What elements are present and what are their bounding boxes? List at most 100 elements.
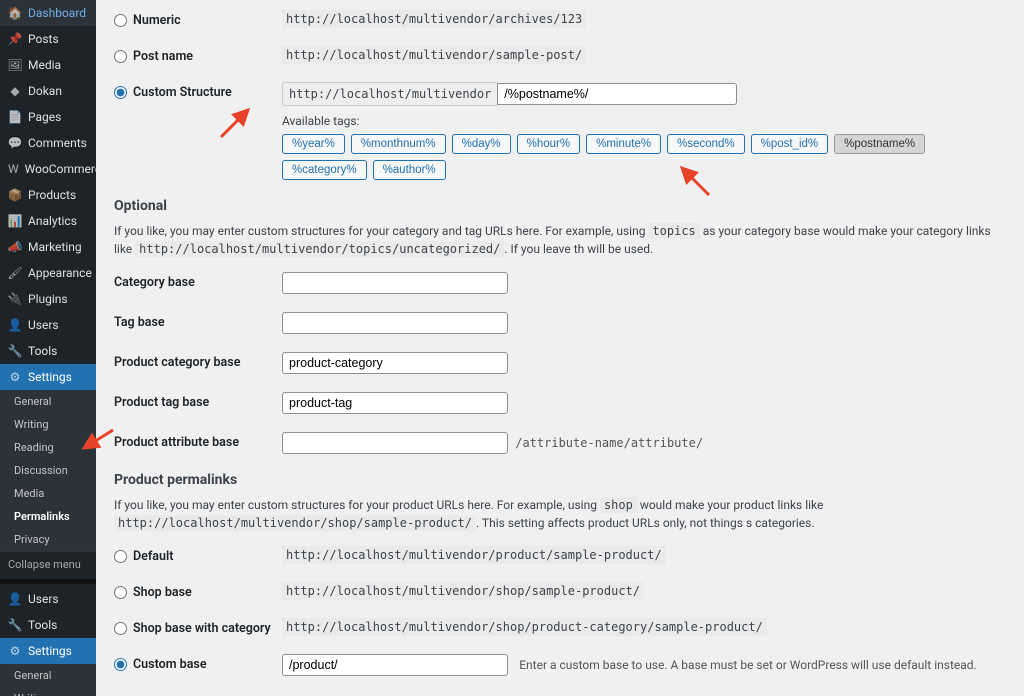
- product-attribute-base-input[interactable]: [282, 432, 508, 454]
- menu-icon: 🔧: [8, 344, 22, 358]
- sidebar-item-dokan[interactable]: ◆Dokan: [0, 78, 96, 104]
- radio-custom-base[interactable]: [114, 658, 127, 671]
- numeric-label: Numeric: [133, 13, 181, 28]
- radio-postname[interactable]: [114, 50, 127, 63]
- radio-default[interactable]: [114, 550, 127, 563]
- menu-icon: ⚙: [8, 370, 22, 384]
- sidebar-item-users[interactable]: 👤Users: [0, 586, 96, 612]
- radio-shop-base[interactable]: [114, 586, 127, 599]
- sidebar-item-products[interactable]: 📦Products: [0, 182, 96, 208]
- submenu-item-reading[interactable]: Reading: [0, 436, 96, 459]
- sidebar-item-marketing[interactable]: 📣Marketing: [0, 234, 96, 260]
- menu-icon: 👤: [8, 592, 22, 606]
- permalink-tag-author[interactable]: %author%: [373, 160, 446, 180]
- menu-icon: 🔌: [8, 292, 22, 306]
- submenu-item-general[interactable]: General: [0, 664, 96, 687]
- product-tag-base-input[interactable]: [282, 392, 508, 414]
- submenu-item-permalinks[interactable]: Permalinks: [0, 505, 96, 528]
- radio-shop-base-category[interactable]: [114, 622, 127, 635]
- optional-description: If you like, you may enter custom struct…: [114, 222, 1006, 258]
- permalink-tag-second[interactable]: %second%: [667, 134, 745, 154]
- product-permalink-default-option[interactable]: Default: [114, 546, 282, 564]
- menu-icon: 📊: [8, 214, 22, 228]
- shop-example: http://localhost/multivendor/shop/sample…: [282, 582, 644, 600]
- sidebar-item-tools[interactable]: 🔧Tools: [0, 612, 96, 638]
- custom-structure-label: Custom Structure: [133, 85, 232, 100]
- default-example: http://localhost/multivendor/product/sam…: [282, 546, 666, 564]
- product-permalink-shop-option[interactable]: Shop base: [114, 582, 282, 600]
- submenu-item-writing[interactable]: Writing: [0, 413, 96, 436]
- submenu-item-writing[interactable]: Writing: [0, 687, 96, 696]
- radio-numeric[interactable]: [114, 14, 127, 27]
- product-permalink-shop-cat-option[interactable]: Shop base with category: [114, 618, 282, 636]
- sidebar-item-media[interactable]: 🖼Media: [0, 52, 96, 78]
- sidebar-item-appearance[interactable]: 🖌Appearance: [0, 260, 96, 286]
- collapse-menu[interactable]: Collapse menu: [0, 551, 96, 577]
- menu-icon: ⚙: [8, 644, 22, 658]
- menu-icon: 🖼: [8, 58, 22, 72]
- product-permalinks-heading: Product permalinks: [114, 472, 1006, 488]
- menu-icon: 📄: [8, 110, 22, 124]
- permalink-tag-category[interactable]: %category%: [282, 160, 367, 180]
- menu-icon: 🖌: [8, 266, 22, 280]
- custom-structure-input[interactable]: [497, 83, 737, 105]
- product-permalinks-description: If you like, you may enter custom struct…: [114, 496, 1006, 532]
- tag-base-input[interactable]: [282, 312, 508, 334]
- submenu-item-privacy[interactable]: Privacy: [0, 528, 96, 551]
- permalink-tag-monthnum[interactable]: %monthnum%: [351, 134, 446, 154]
- custom-base-hint: Enter a custom base to use. A base must …: [519, 658, 976, 672]
- sidebar-item-plugins[interactable]: 🔌Plugins: [0, 286, 96, 312]
- sidebar-item-posts[interactable]: 📌Posts: [0, 26, 96, 52]
- available-tags-label: Available tags:: [282, 114, 1006, 128]
- menu-icon: 💬: [8, 136, 22, 150]
- permalink-numeric-option[interactable]: Numeric: [114, 10, 282, 28]
- sidebar-item-settings[interactable]: ⚙Settings: [0, 638, 96, 664]
- permalink-tag-post_id[interactable]: %post_id%: [751, 134, 829, 154]
- radio-custom-structure[interactable]: [114, 86, 127, 99]
- tag-base-label: Tag base: [114, 312, 282, 330]
- custom-prefix: http://localhost/multivendor: [282, 82, 497, 106]
- sidebar-item-pages[interactable]: 📄Pages: [0, 104, 96, 130]
- submenu-item-general[interactable]: General: [0, 390, 96, 413]
- numeric-example: http://localhost/multivendor/archives/12…: [282, 10, 586, 28]
- menu-icon: 📌: [8, 32, 22, 46]
- sidebar-item-users[interactable]: 👤Users: [0, 312, 96, 338]
- sidebar-item-analytics[interactable]: 📊Analytics: [0, 208, 96, 234]
- permalink-tag-day[interactable]: %day%: [452, 134, 511, 154]
- category-base-input[interactable]: [282, 272, 508, 294]
- menu-icon: W: [8, 162, 19, 176]
- admin-sidebar: 🏠Dashboard📌Posts🖼Media◆Dokan📄Pages💬Comme…: [0, 0, 96, 696]
- permalink-tag-minute[interactable]: %minute%: [586, 134, 661, 154]
- category-base-label: Category base: [114, 272, 282, 290]
- sidebar-item-dashboard[interactable]: 🏠Dashboard: [0, 0, 96, 26]
- product-attribute-base-label: Product attribute base: [114, 432, 282, 450]
- settings-submenu: GeneralWritingReadingDiscussionMediaPerm…: [0, 664, 96, 696]
- permalink-custom-option[interactable]: Custom Structure: [114, 82, 282, 100]
- settings-submenu: GeneralWritingReadingDiscussionMediaPerm…: [0, 390, 96, 551]
- postname-label: Post name: [133, 49, 193, 64]
- menu-icon: 🔧: [8, 618, 22, 632]
- postname-example: http://localhost/multivendor/sample-post…: [282, 46, 586, 64]
- permalink-tag-year[interactable]: %year%: [282, 134, 345, 154]
- custom-base-input[interactable]: [282, 654, 508, 676]
- product-category-base-label: Product category base: [114, 352, 282, 370]
- menu-icon: 🏠: [8, 6, 22, 20]
- sidebar-item-comments[interactable]: 💬Comments: [0, 130, 96, 156]
- attribute-suffix: /attribute-name/attribute/: [515, 436, 703, 450]
- product-permalink-custom-option[interactable]: Custom base: [114, 654, 282, 672]
- menu-icon: 📦: [8, 188, 22, 202]
- permalink-postname-option[interactable]: Post name: [114, 46, 282, 64]
- optional-heading: Optional: [114, 198, 1006, 214]
- menu-icon: 📣: [8, 240, 22, 254]
- product-tag-base-label: Product tag base: [114, 392, 282, 410]
- sidebar-item-woocommerce[interactable]: WWooCommerce: [0, 156, 96, 182]
- sidebar-item-tools[interactable]: 🔧Tools: [0, 338, 96, 364]
- sidebar-item-settings[interactable]: ⚙Settings: [0, 364, 96, 390]
- permalink-tags: %year% %monthnum% %day% %hour% %minute% %seco…: [282, 134, 1006, 180]
- submenu-item-discussion[interactable]: Discussion: [0, 459, 96, 482]
- permalink-tag-hour[interactable]: %hour%: [517, 134, 580, 154]
- submenu-item-media[interactable]: Media: [0, 482, 96, 505]
- permalink-tag-postname[interactable]: %postname%: [834, 134, 925, 154]
- menu-icon: ◆: [8, 84, 22, 98]
- product-category-base-input[interactable]: [282, 352, 508, 374]
